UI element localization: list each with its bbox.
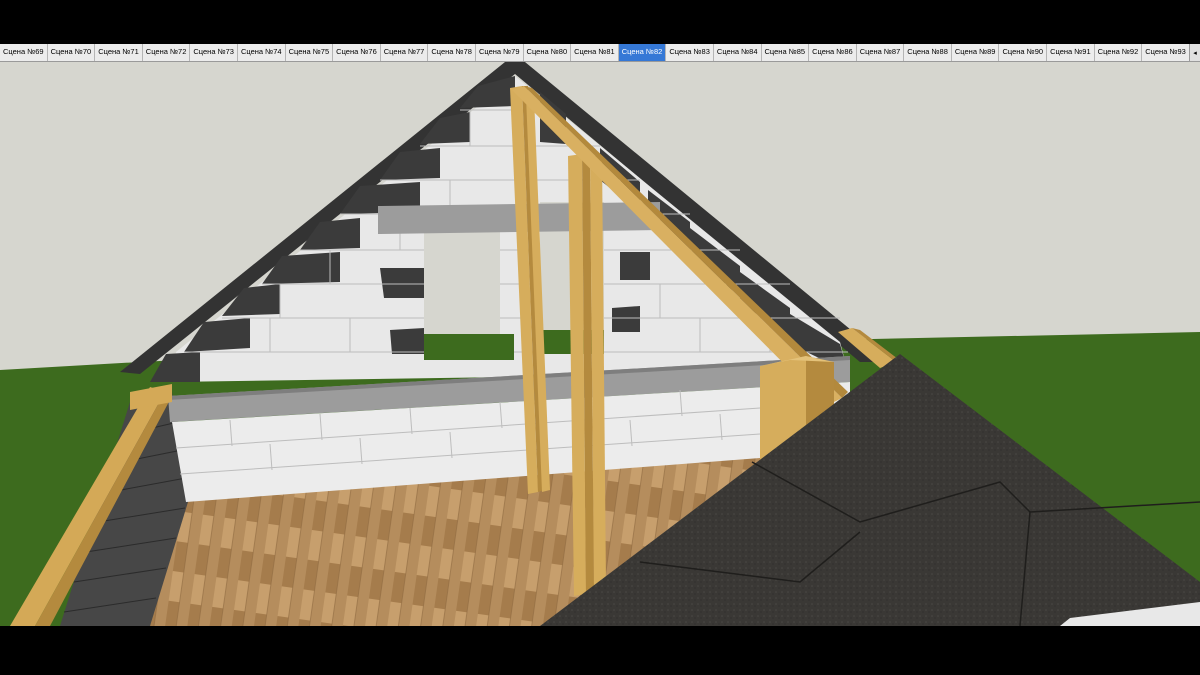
scene-tab[interactable]: Сцена №78 xyxy=(428,44,476,61)
scene-tab[interactable]: Сцена №77 xyxy=(381,44,429,61)
scene-tab[interactable]: Сцена №84 xyxy=(714,44,762,61)
scene-tab[interactable]: Сцена №88 xyxy=(904,44,952,61)
scene-tab[interactable]: Сцена №73 xyxy=(190,44,238,61)
scene-tab[interactable]: Сцена №70 xyxy=(48,44,96,61)
scene-tab[interactable]: Сцена №72 xyxy=(143,44,191,61)
letterbox-top xyxy=(0,0,1200,44)
scene-tab[interactable]: Сцена №83 xyxy=(666,44,714,61)
scene-tab[interactable]: Сцена №71 xyxy=(95,44,143,61)
scene-tab-list: Сцена №69 Сцена №70 Сцена №71 Сцена №72 Сцен… xyxy=(0,44,1189,61)
scene-tab[interactable]: Сцена №76 xyxy=(333,44,381,61)
scene-tab[interactable]: Сцена №80 xyxy=(524,44,572,61)
scene-tab[interactable]: Сцена №91 xyxy=(1047,44,1095,61)
scene-tab[interactable]: Сцена №79 xyxy=(476,44,524,61)
scene-tab[interactable]: Сцена №90 xyxy=(999,44,1048,61)
scene-tab[interactable]: Сцена №92 xyxy=(1095,44,1143,61)
scene-tab-bar: Сцена №69 Сцена №70 Сцена №71 Сцена №72 Сцен… xyxy=(0,44,1200,62)
chevron-left-icon[interactable]: ◂ xyxy=(1189,44,1200,61)
scene-tab[interactable]: Сцена №75 xyxy=(286,44,334,61)
scene-tab[interactable]: Сцена №87 xyxy=(857,44,905,61)
scene-tab[interactable]: Сцена №82 xyxy=(618,44,667,61)
model-viewport[interactable] xyxy=(0,62,1200,626)
attic-model-render xyxy=(0,62,1200,626)
scene-tab[interactable]: Сцена №74 xyxy=(238,44,286,61)
sketchup-window: Сцена №69 Сцена №70 Сцена №71 Сцена №72 Сцен… xyxy=(0,0,1200,675)
scene-tab[interactable]: Сцена №81 xyxy=(571,44,619,61)
scene-tab[interactable]: Сцена №69 xyxy=(0,44,48,61)
scene-tab[interactable]: Сцена №93 xyxy=(1142,44,1189,61)
scene-tab[interactable]: Сцена №86 xyxy=(809,44,857,61)
scene-tab[interactable]: Сцена №89 xyxy=(952,44,1000,61)
scene-tab[interactable]: Сцена №85 xyxy=(762,44,810,61)
letterbox-bottom xyxy=(0,626,1200,675)
